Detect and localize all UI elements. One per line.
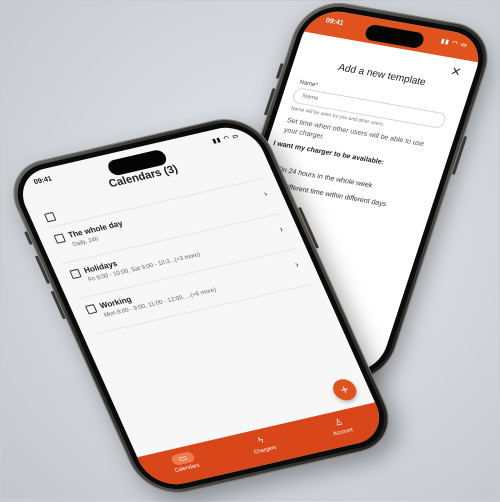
nav-item-calendars[interactable]: ▭ Calendars	[151, 447, 217, 478]
nav-item-chargers[interactable]: ϟ Chargers	[229, 429, 295, 460]
add-calendar-button[interactable]: +	[329, 377, 360, 403]
row-checkbox[interactable]	[84, 304, 98, 315]
chevron-right-icon: ›	[293, 259, 301, 270]
status-time: 09:41	[32, 175, 54, 187]
nav-item-account[interactable]: ♙ Account	[307, 411, 373, 442]
chevron-right-icon: ›	[277, 224, 285, 234]
close-icon[interactable]: ✕	[449, 64, 463, 79]
status-icons: ▮▮ ◠ ▭	[211, 133, 241, 145]
chevron-right-icon: ›	[261, 188, 269, 199]
select-all-checkbox[interactable]	[43, 211, 57, 223]
row-checkbox[interactable]	[53, 233, 67, 244]
row-checkbox[interactable]	[69, 268, 82, 280]
bottom-nav: ▭ Calendars ϟ Chargers ♙ Account	[137, 402, 390, 491]
page-title: Add a new template	[336, 62, 428, 89]
